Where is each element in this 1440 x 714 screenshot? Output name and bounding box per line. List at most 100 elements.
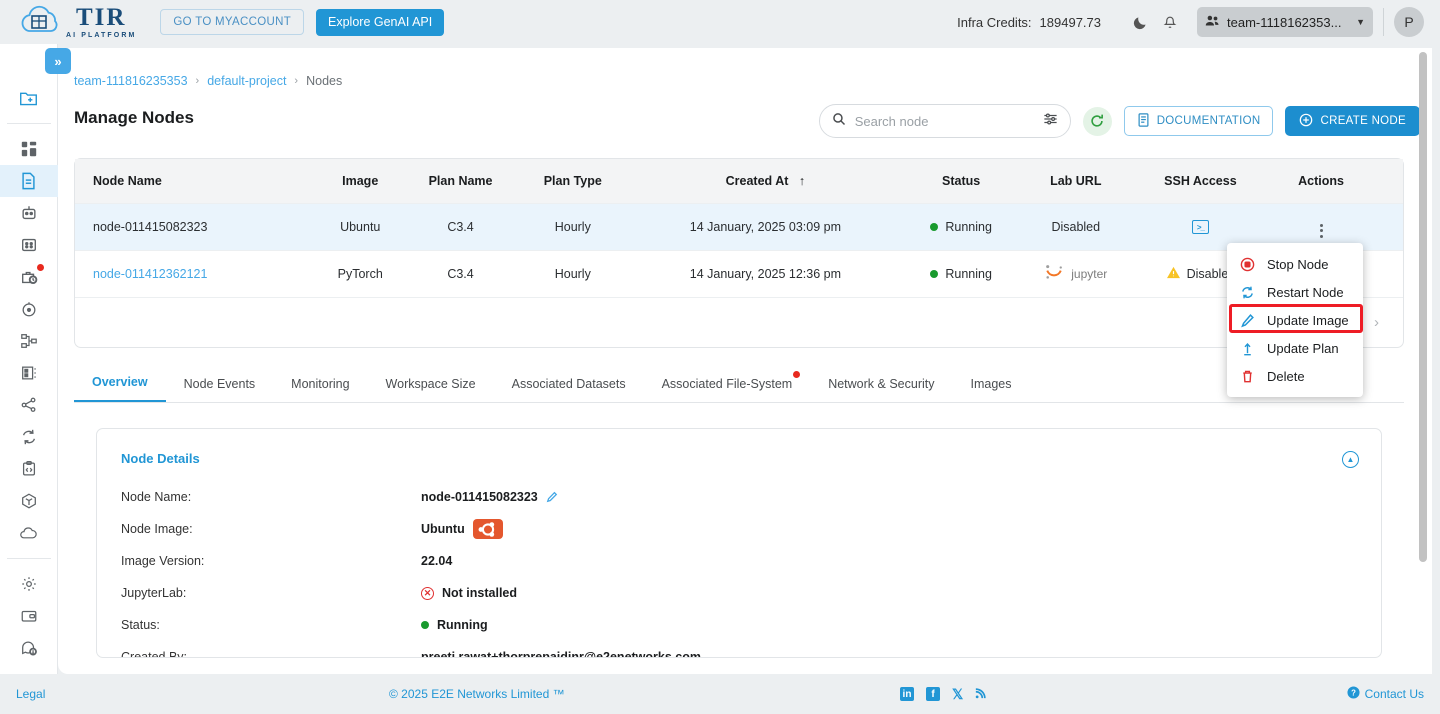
breadcrumb-current: Nodes [306, 74, 343, 88]
breadcrumb-team[interactable]: team-111816235353 [74, 74, 188, 88]
cell-image: Ubuntu [318, 202, 402, 250]
detail-value: ✕ Not installed [421, 586, 517, 600]
sidebar-item-nodes[interactable] [0, 165, 58, 197]
sidebar-item-datasets[interactable] [0, 229, 58, 261]
detail-row-jupyterlab: JupyterLab: ✕ Not installed [121, 584, 1357, 602]
sidebar-item-new-project[interactable] [0, 82, 58, 114]
breadcrumb-separator-2: › [294, 75, 299, 87]
sidebar-item-integrations[interactable] [0, 389, 58, 421]
go-to-myaccount-button[interactable]: GO TO MYACCOUNT [160, 9, 305, 35]
documentation-label: DOCUMENTATION [1156, 115, 1261, 127]
th-lab-url[interactable]: Lab URL [1017, 159, 1134, 203]
avatar[interactable]: P [1394, 7, 1424, 37]
cell-lab-url[interactable]: jupyter [1017, 249, 1134, 297]
sidebar-item-jobs[interactable] [0, 261, 58, 293]
app-logo[interactable]: TIR AI PLATFORM [18, 5, 136, 39]
sidebar-item-support[interactable] [0, 632, 58, 664]
footer-copyright: © 2025 E2E Networks Limited ™ [389, 687, 565, 701]
create-node-label: CREATE NODE [1320, 115, 1406, 127]
sidebar-item-containers[interactable] [0, 485, 58, 517]
bell-icon[interactable] [1155, 7, 1185, 37]
detail-row-node-image: Node Image: Ubuntu [121, 519, 1357, 539]
table-row[interactable]: node-011412362121 PyTorch C3.4 Hourly 14… [75, 249, 1403, 297]
jupyter-link[interactable]: jupyter [1044, 263, 1107, 284]
sidebar-item-inference[interactable] [0, 293, 58, 325]
tab-overview[interactable]: Overview [74, 375, 166, 402]
menu-item-update-plan[interactable]: Update Plan [1227, 334, 1363, 362]
chevron-up-circle-icon[interactable]: ▲ [1342, 451, 1359, 468]
sidebar-item-billing[interactable] [0, 600, 58, 632]
th-plan-type[interactable]: Plan Type [519, 159, 627, 203]
th-created-at[interactable]: Created At ↑ [626, 159, 905, 203]
tab-label: Node Events [183, 377, 256, 391]
menu-item-delete[interactable]: Delete [1227, 362, 1363, 390]
tab-images[interactable]: Images [952, 377, 1029, 402]
rss-icon[interactable] [975, 687, 987, 702]
refresh-button[interactable] [1082, 106, 1112, 136]
top-header: TIR AI PLATFORM GO TO MYACCOUNT Explore … [0, 0, 1440, 44]
table-row[interactable]: node-011415082323 Ubuntu C3.4 Hourly 14 … [75, 202, 1403, 250]
infra-credits: Infra Credits: 189497.73 [957, 15, 1101, 30]
breadcrumb-project[interactable]: default-project [207, 74, 286, 88]
menu-item-stop-node[interactable]: Stop Node [1227, 250, 1363, 278]
content-scrollbar[interactable] [1419, 52, 1427, 562]
tab-workspace-size[interactable]: Workspace Size [368, 377, 494, 402]
sliders-icon[interactable] [1043, 112, 1058, 131]
cell-plan-name: C3.4 [401, 202, 520, 250]
documentation-button[interactable]: DOCUMENTATION [1123, 106, 1274, 136]
tab-associated-file-system[interactable]: Associated File-System [644, 371, 811, 402]
th-status[interactable]: Status [904, 159, 1018, 203]
explore-genai-api-button[interactable]: Explore GenAI API [316, 8, 445, 36]
menu-item-restart-node[interactable]: Restart Node [1227, 278, 1363, 306]
tab-node-events[interactable]: Node Events [166, 377, 274, 402]
search-input[interactable] [854, 113, 1034, 129]
search-node-box[interactable] [818, 104, 1071, 138]
cell-node-name[interactable]: node-011412362121 [75, 249, 319, 297]
tab-label: Images [970, 377, 1012, 391]
sidebar-item-storage[interactable] [0, 517, 58, 549]
th-image[interactable]: Image [318, 159, 402, 203]
stop-circle-icon [1239, 257, 1255, 272]
footer-contact-us[interactable]: ? Contact Us [1347, 686, 1424, 702]
detail-row-created-by: Created By: preeti.rawat+thorprepaidinr@… [121, 648, 1357, 658]
sidebar-item-registry[interactable] [0, 357, 58, 389]
linkedin-icon[interactable]: in [900, 687, 914, 701]
th-plan-name[interactable]: Plan Name [401, 159, 520, 203]
jupyter-label: jupyter [1071, 266, 1108, 281]
logo-title: TIR [75, 4, 127, 31]
document-icon [1137, 112, 1150, 130]
footer-legal-link[interactable]: Legal [16, 687, 45, 701]
team-selector[interactable]: team-1118162353... ▼ [1197, 7, 1373, 37]
th-node-name[interactable]: Node Name [75, 159, 319, 203]
trash-icon [1239, 369, 1255, 384]
pencil-icon [1239, 313, 1255, 328]
create-node-button[interactable]: CREATE NODE [1285, 106, 1420, 136]
sidebar-item-settings[interactable] [0, 568, 58, 600]
edit-node-name-pencil-icon[interactable] [546, 491, 558, 503]
sidebar-item-pipelines[interactable] [0, 325, 58, 357]
infra-credits-value: 189497.73 [1039, 14, 1101, 30]
sidebar-item-code[interactable] [0, 453, 58, 485]
tab-monitoring[interactable]: Monitoring [273, 377, 367, 402]
sort-ascending-icon: ↑ [798, 173, 806, 188]
search-icon [832, 112, 846, 131]
detail-label: Created By: [121, 650, 188, 658]
next-page-button[interactable]: › [1368, 314, 1385, 331]
dark-mode-icon[interactable] [1125, 7, 1155, 37]
tab-network-security[interactable]: Network & Security [810, 377, 952, 402]
ssh-disabled: Disabled [1166, 266, 1235, 282]
sidebar-item-models[interactable] [0, 197, 58, 229]
status-label: Running [945, 266, 992, 281]
detail-value: 22.04 [421, 554, 453, 568]
row-actions-menu-button[interactable] [1319, 223, 1323, 238]
menu-item-update-image[interactable]: Update Image [1227, 306, 1363, 334]
sidebar-item-sync[interactable] [0, 421, 58, 453]
sidebar-item-dashboard[interactable] [0, 133, 58, 165]
th-ssh-access[interactable]: SSH Access [1133, 159, 1268, 203]
facebook-icon[interactable]: f [926, 687, 940, 701]
tab-associated-datasets[interactable]: Associated Datasets [494, 377, 644, 402]
x-twitter-icon[interactable]: 𝕏 [952, 686, 963, 703]
terminal-icon[interactable]: >_ [1191, 220, 1209, 235]
footer-social-links: in f 𝕏 [900, 686, 987, 703]
sidebar-collapse-toggle[interactable]: » [45, 48, 71, 74]
